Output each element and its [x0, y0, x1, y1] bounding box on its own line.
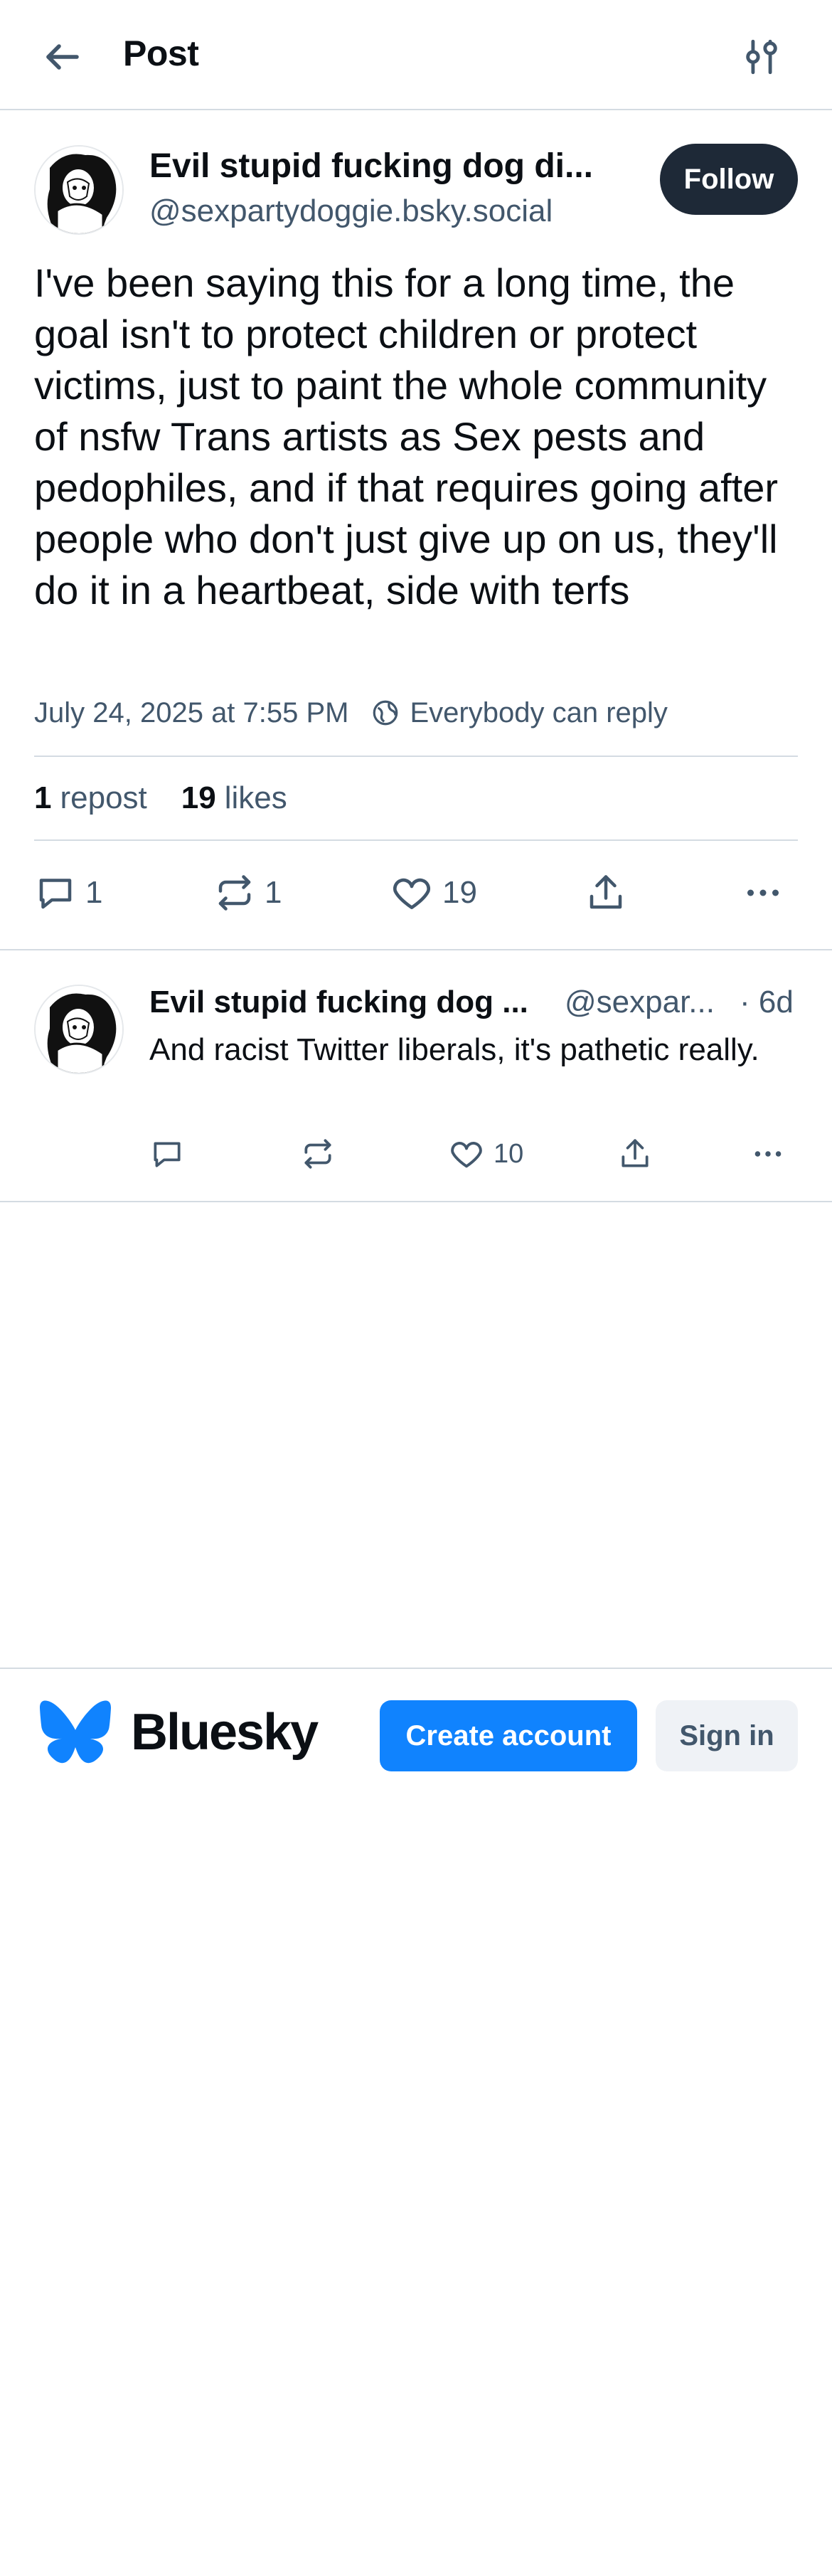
repost-icon: [218, 875, 251, 911]
share-icon: [590, 875, 622, 909]
like-count: 19: [442, 875, 477, 910]
divider: [34, 839, 798, 841]
reply-setting: Everybody can reply: [410, 696, 668, 728]
heart-icon: [451, 1142, 482, 1168]
reply-share-button[interactable]: [617, 1133, 653, 1175]
share-button[interactable]: [585, 868, 627, 918]
footer-divider: [0, 1668, 832, 1669]
reply-avatar[interactable]: [34, 985, 124, 1074]
reply-text: And racist Twitter liberals, it's pathet…: [149, 1032, 759, 1067]
heart-icon: [393, 878, 430, 909]
back-button[interactable]: [34, 28, 91, 85]
like-button[interactable]: 19: [390, 868, 477, 918]
create-account-button[interactable]: Create account: [380, 1700, 637, 1771]
comment-icon: [154, 1142, 181, 1167]
author-handle[interactable]: @sexpartydoggie.bsky.social: [149, 194, 553, 229]
reply-time[interactable]: · 6d: [740, 985, 794, 1020]
reposts-label: repost: [60, 780, 147, 815]
page-title: Post: [123, 33, 199, 73]
likes-label: likes: [224, 780, 287, 815]
reply-author-name[interactable]: Evil stupid fucking dog ...: [149, 985, 528, 1020]
ellipsis-icon: [754, 1151, 782, 1157]
author-name[interactable]: Evil stupid fucking dog di...: [149, 147, 593, 186]
likes-count: 19: [181, 780, 216, 815]
repost-count: 1: [265, 875, 282, 910]
reply-like-button[interactable]: 10: [448, 1133, 523, 1175]
reply-count: 1: [85, 875, 103, 910]
avatar-image: [36, 986, 122, 1073]
divider: [34, 756, 798, 757]
reply-actions: 10: [149, 1133, 798, 1175]
sign-in-button[interactable]: Sign in: [656, 1700, 798, 1771]
avatar[interactable]: [34, 145, 124, 235]
arrow-left-icon: [46, 44, 79, 70]
divider: [0, 949, 832, 950]
top-bar: Post: [0, 0, 832, 110]
reposts-count: 1: [34, 780, 52, 815]
reply-like-count: 10: [494, 1138, 524, 1169]
post-timestamp[interactable]: July 24, 2025 at 7:55 PM: [34, 697, 349, 729]
repost-icon: [304, 1139, 331, 1169]
reposts-count-link[interactable]: 1 repost: [34, 780, 147, 816]
engagement-counts: 1 repost 19 likes: [34, 777, 321, 820]
repost-button[interactable]: 1: [213, 868, 282, 918]
follow-button[interactable]: Follow: [660, 144, 798, 215]
likes-count-link[interactable]: 19 likes: [181, 780, 287, 816]
share-icon: [622, 1139, 649, 1167]
divider: [0, 1201, 832, 1202]
sliders-icon: [746, 39, 777, 75]
reply-author-handle[interactable]: @sexpar...: [565, 985, 715, 1020]
avatar-image: [36, 147, 122, 233]
post-meta: July 24, 2025 at 7:55 PM Everybody can r…: [34, 691, 668, 734]
ellipsis-icon: [747, 889, 779, 896]
thread-settings-button[interactable]: [731, 28, 792, 85]
comment-icon: [39, 879, 72, 909]
brand-wordmark: Bluesky: [131, 1704, 319, 1761]
post-page: Post Evil stupid fucking dog di... @sexp…: [0, 0, 832, 2576]
post-text: I've been saying this for a long time, t…: [34, 260, 779, 613]
more-options-button[interactable]: [740, 868, 786, 918]
globe-icon: [369, 696, 402, 729]
butterfly-icon: [40, 1700, 111, 1764]
reply-more-options-button[interactable]: [748, 1133, 788, 1175]
reply-button[interactable]: 1: [34, 868, 102, 918]
bluesky-logo: [40, 1700, 111, 1764]
reply-repost-button[interactable]: [300, 1133, 336, 1175]
reply-reply-button[interactable]: [149, 1133, 185, 1175]
post-actions: 1 1 19: [34, 868, 798, 918]
